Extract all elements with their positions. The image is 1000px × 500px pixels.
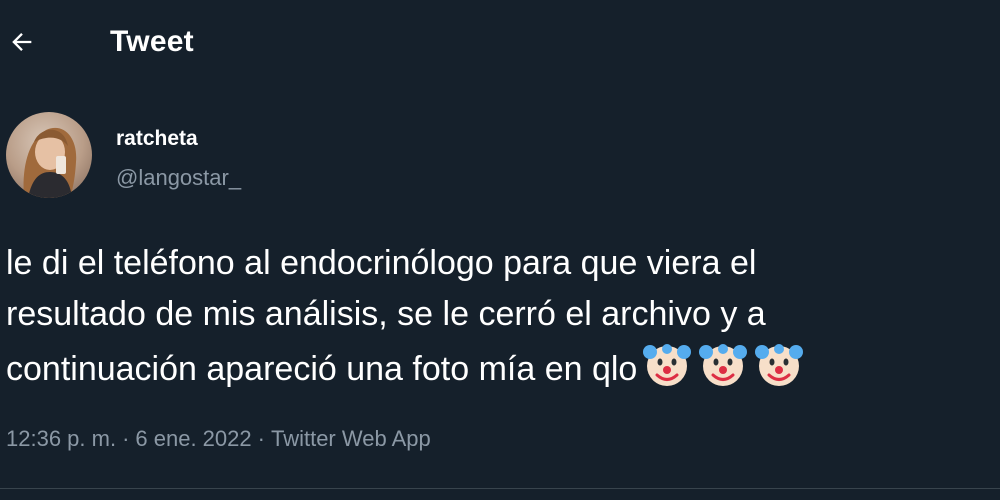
- page-title: Tweet: [110, 25, 194, 58]
- clown-face-icon: [643, 344, 692, 386]
- clown-face-icon: [755, 344, 804, 386]
- tweet-page: Tweet ratcheta @langostar_ le di el telé…: [0, 0, 1000, 500]
- tweet-text-line: resultado de mis análisis, se le cerró e…: [6, 295, 766, 333]
- page-header: Tweet: [0, 0, 1000, 84]
- tweet-source[interactable]: Twitter Web App: [271, 426, 431, 451]
- avatar[interactable]: [6, 112, 92, 198]
- author-handle[interactable]: @langostar_: [116, 164, 241, 192]
- meta-separator: ·: [257, 426, 265, 451]
- tweet-text-fragment: continuación apareció una foto mía en ql…: [6, 350, 638, 388]
- tweet-date[interactable]: 6 ene. 2022: [135, 426, 251, 451]
- clown-face-icon: [699, 344, 748, 386]
- tweet-meta: 12:36 p. m. · 6 ene. 2022 · Twitter Web App: [6, 424, 431, 454]
- tweet-time[interactable]: 12:36 p. m.: [6, 426, 116, 451]
- arrow-left-icon: [12, 33, 32, 51]
- divider: [0, 488, 1000, 489]
- meta-separator: ·: [122, 426, 130, 451]
- tweet-text-line: continuación apareció una foto mía en ql…: [6, 340, 996, 395]
- tweet-text-line: le di el teléfono al endocrinólogo para …: [6, 244, 757, 282]
- tweet-author: ratcheta @langostar_: [0, 108, 600, 208]
- tweet-text: le di el teléfono al endocrinólogo para …: [6, 238, 996, 395]
- back-button[interactable]: [0, 20, 44, 64]
- author-display-name[interactable]: ratcheta: [116, 126, 198, 152]
- avatar-image: [6, 112, 92, 198]
